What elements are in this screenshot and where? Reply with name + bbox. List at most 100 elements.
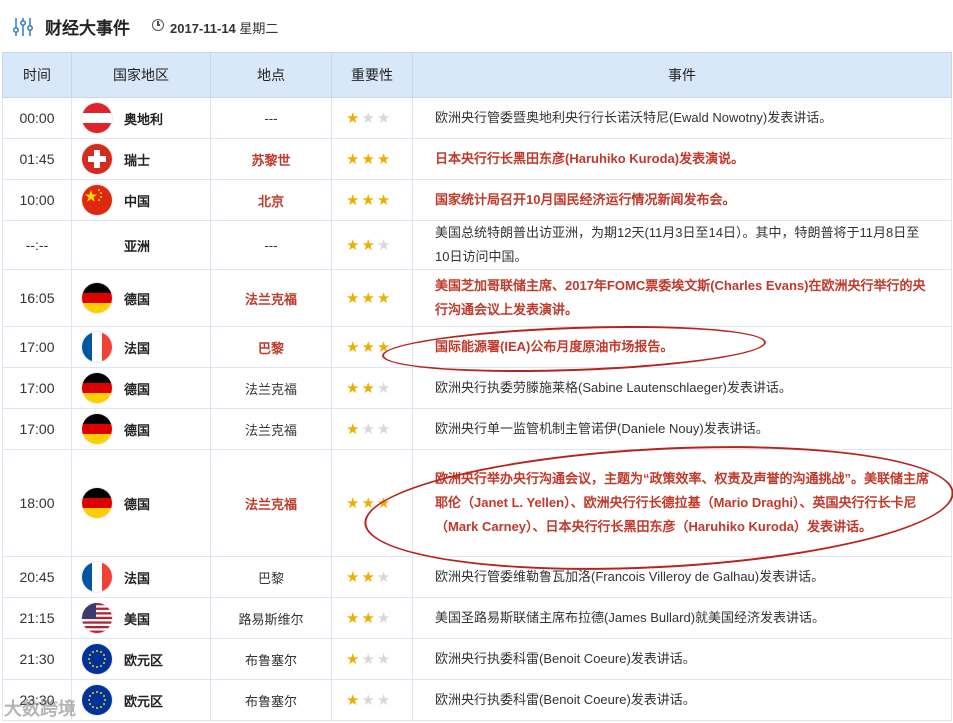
flag-usa-icon	[82, 603, 112, 633]
star-empty-icon: ★	[376, 421, 393, 438]
star-filled-icon: ★	[346, 151, 362, 168]
star-empty-icon: ★	[361, 421, 377, 438]
star-filled-icon: ★	[346, 692, 362, 709]
cell-location: 布鲁塞尔	[210, 638, 332, 680]
cell-country: 德国	[71, 367, 211, 409]
table-row: 23:30 欧元区 布鲁塞尔 ★★★ 欧洲央行执委科雷(Benoit Coeure)发表…	[2, 679, 952, 721]
table-row: --:-- 亚洲 --- ★★★ 美国总统特朗普出访亚洲，为期12天(11月3日至14日…	[2, 220, 952, 270]
cell-country: 欧元区	[71, 679, 211, 721]
star-filled-icon: ★	[346, 290, 362, 307]
cell-country: 欧元区	[71, 638, 211, 680]
flag-switzerland-icon	[82, 144, 112, 174]
cell-event: 美国总统特朗普出访亚洲，为期12天(11月3日至14日）。其中，特朗普将于11月…	[412, 220, 952, 270]
cell-time: 17:00	[2, 326, 72, 368]
country-name: 法国	[124, 570, 151, 586]
flag-france-icon	[82, 562, 112, 592]
clock-icon	[152, 19, 164, 31]
cell-location: 苏黎世	[210, 138, 332, 180]
watermark: 大数跨境	[4, 699, 76, 719]
cell-time: 16:05	[2, 269, 72, 327]
country-name: 瑞士	[124, 152, 151, 168]
country-name: 法国	[124, 340, 151, 356]
cell-country: 德国	[71, 408, 211, 450]
cell-importance: ★★★	[331, 638, 413, 680]
cell-importance: ★★★	[331, 97, 413, 139]
cell-time: 00:00	[2, 97, 72, 139]
star-filled-icon: ★	[376, 290, 393, 307]
star-filled-icon: ★	[361, 237, 377, 254]
table-row: 21:15 美国 路易斯维尔 ★★★ 美国圣路易斯联储主席布拉德(James Bulla…	[2, 597, 952, 639]
cell-event: 欧洲央行管委暨奥地利央行行长诺沃特尼(Ewald Nowotny)发表讲话。	[412, 97, 952, 139]
cell-location: 巴黎	[210, 326, 332, 368]
star-filled-icon: ★	[346, 110, 362, 127]
country-name: 欧元区	[124, 652, 164, 668]
cell-country: 德国	[71, 449, 211, 557]
star-empty-icon: ★	[376, 380, 393, 397]
star-filled-icon: ★	[346, 495, 362, 512]
flag-china-icon	[82, 185, 112, 215]
cell-time: 20:45	[2, 556, 72, 598]
star-filled-icon: ★	[376, 151, 393, 168]
star-filled-icon: ★	[346, 651, 362, 668]
header-date: 2017-11-14 星期二	[170, 18, 278, 37]
flag-germany-icon	[82, 373, 112, 403]
cell-time: --:--	[2, 220, 72, 270]
star-filled-icon: ★	[346, 192, 362, 209]
sliders-icon	[12, 18, 34, 36]
page-title: 财经大事件	[45, 19, 130, 38]
table-row: 21:30 欧元区 布鲁塞尔 ★★★ 欧洲央行执委科雷(Benoit Coeure)发表…	[2, 638, 952, 680]
table-header-row: 时间 国家地区 地点 重要性 事件	[2, 52, 952, 98]
country-name: 亚洲	[124, 238, 151, 254]
col-header-country: 国家地区	[71, 52, 211, 98]
flag-france-icon	[82, 332, 112, 362]
cell-country: 奥地利	[71, 97, 211, 139]
star-empty-icon: ★	[376, 692, 393, 709]
star-empty-icon: ★	[376, 651, 393, 668]
cell-importance: ★★★	[331, 269, 413, 327]
cell-time: 17:00	[2, 367, 72, 409]
page-header: 财经大事件 2017-11-14 星期二	[0, 0, 953, 52]
star-filled-icon: ★	[361, 610, 377, 627]
cell-country: 亚洲	[71, 220, 211, 270]
cell-location: ---	[210, 220, 332, 270]
cell-importance: ★★★	[331, 179, 413, 221]
table-row: 00:00 奥地利 --- ★★★ 欧洲央行管委暨奥地利央行行长诺沃特尼(Ewald N…	[2, 97, 952, 139]
cell-importance: ★★★	[331, 367, 413, 409]
flag-germany-icon	[82, 488, 112, 518]
date-value: 2017-11-14	[170, 21, 236, 36]
star-empty-icon: ★	[376, 610, 393, 627]
cell-location: 法兰克福	[210, 449, 332, 557]
star-filled-icon: ★	[361, 569, 377, 586]
cell-time: 21:30	[2, 638, 72, 680]
cell-time: 10:00	[2, 179, 72, 221]
table-row: 16:05 德国 法兰克福 ★★★ 美国芝加哥联储主席、2017年FOMC票委埃文斯(C…	[2, 269, 952, 327]
country-name: 美国	[124, 611, 151, 627]
cell-country: 中国	[71, 179, 211, 221]
cell-time: 01:45	[2, 138, 72, 180]
cell-importance: ★★★	[331, 408, 413, 450]
cell-location: 布鲁塞尔	[210, 679, 332, 721]
table-row: 10:00 中国 北京 ★★★ 国家统计局召开10月国民经济运行情况新闻发布会。	[2, 179, 952, 221]
star-filled-icon: ★	[346, 421, 362, 438]
cell-importance: ★★★	[331, 220, 413, 270]
cell-location: 法兰克福	[210, 367, 332, 409]
table-row: 17:00 德国 法兰克福 ★★★ 欧洲央行单一监管机制主管诺伊(Daniele Nou…	[2, 408, 952, 450]
cell-location: 巴黎	[210, 556, 332, 598]
star-filled-icon: ★	[361, 192, 377, 209]
cell-country: 德国	[71, 269, 211, 327]
cell-country: 法国	[71, 326, 211, 368]
cell-time: 18:00	[2, 449, 72, 557]
country-name: 德国	[124, 381, 151, 397]
cell-time: 21:15	[2, 597, 72, 639]
star-empty-icon: ★	[376, 237, 393, 254]
star-filled-icon: ★	[376, 192, 393, 209]
star-filled-icon: ★	[361, 290, 377, 307]
col-header-importance: 重要性	[331, 52, 413, 98]
weekday: 星期二	[239, 21, 279, 36]
events-table: 时间 国家地区 地点 重要性 事件 00:00 奥地利 --- ★★★ 欧洲央行管委暨奥…	[2, 52, 952, 721]
cell-location: 北京	[210, 179, 332, 221]
cell-event: 国家统计局召开10月国民经济运行情况新闻发布会。	[412, 179, 952, 221]
country-name: 中国	[124, 193, 151, 209]
cell-event: 美国芝加哥联储主席、2017年FOMC票委埃文斯(Charles Evans)在…	[412, 269, 952, 327]
cell-location: 法兰克福	[210, 269, 332, 327]
